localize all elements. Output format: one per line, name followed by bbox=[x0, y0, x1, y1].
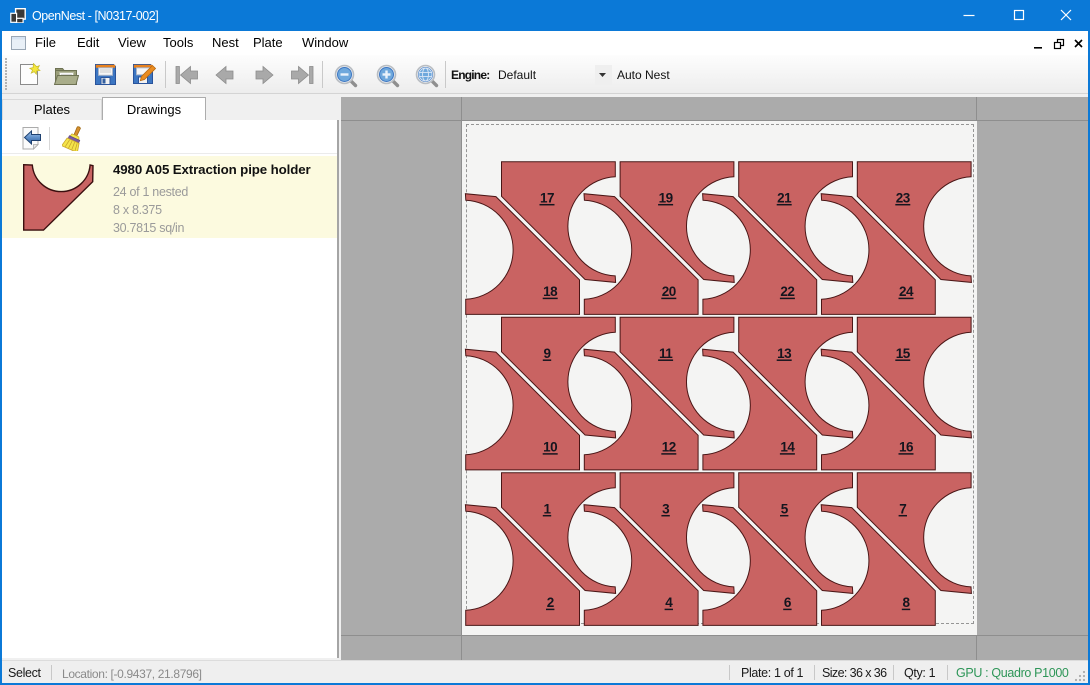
svg-text:4: 4 bbox=[665, 595, 673, 610]
svg-text:16: 16 bbox=[899, 440, 914, 455]
svg-text:14: 14 bbox=[780, 440, 795, 455]
svg-text:17: 17 bbox=[540, 190, 554, 205]
svg-text:24: 24 bbox=[899, 284, 914, 299]
svg-text:21: 21 bbox=[777, 190, 792, 205]
svg-text:3: 3 bbox=[662, 501, 670, 516]
svg-text:12: 12 bbox=[662, 440, 676, 455]
svg-text:7: 7 bbox=[899, 501, 906, 516]
svg-text:13: 13 bbox=[777, 346, 792, 361]
svg-text:8: 8 bbox=[902, 595, 910, 610]
svg-text:22: 22 bbox=[780, 284, 794, 299]
svg-text:19: 19 bbox=[659, 190, 673, 205]
svg-text:15: 15 bbox=[896, 346, 911, 361]
svg-text:1: 1 bbox=[543, 501, 551, 516]
svg-text:9: 9 bbox=[543, 346, 550, 361]
svg-text:20: 20 bbox=[662, 284, 676, 299]
svg-text:11: 11 bbox=[659, 346, 673, 361]
svg-text:10: 10 bbox=[543, 440, 557, 455]
svg-text:18: 18 bbox=[543, 284, 558, 299]
svg-text:6: 6 bbox=[784, 595, 792, 610]
svg-text:2: 2 bbox=[547, 595, 554, 610]
svg-text:5: 5 bbox=[781, 501, 789, 516]
svg-text:23: 23 bbox=[896, 190, 911, 205]
